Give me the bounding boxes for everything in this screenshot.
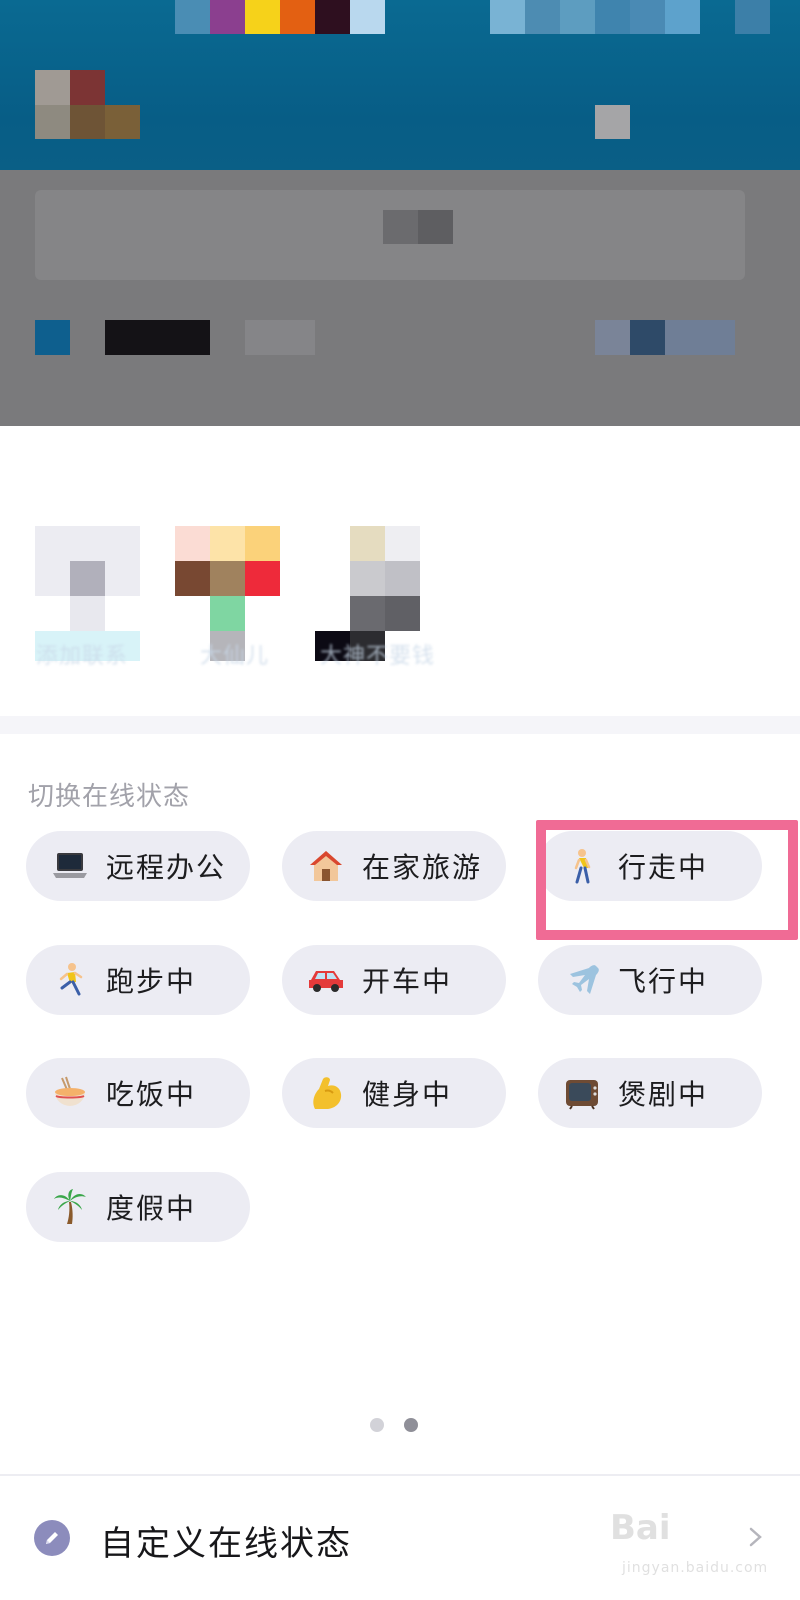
status-option-driving[interactable]: 开车中 (282, 945, 506, 1015)
baidu-watermark: Bai jingyan.baidu.com (610, 1500, 780, 1590)
status-option-running[interactable]: 跑步中 (26, 945, 250, 1015)
noodle-bowl-icon (50, 1073, 90, 1113)
palm-tree-icon (50, 1187, 90, 1227)
blurred-contact-label: 大仙儿 (200, 644, 270, 669)
status-option-label: 飞行中 (618, 965, 709, 998)
laptop-icon (50, 846, 90, 886)
status-option-fitness[interactable]: 健身中 (282, 1058, 506, 1128)
watermark-url: jingyan.baidu.com (622, 1560, 769, 1576)
house-icon (306, 846, 346, 886)
status-option-eating[interactable]: 吃饭中 (26, 1058, 250, 1128)
blurred-contact-card: 添加联系 大仙儿 大神不要钱 (0, 426, 800, 716)
status-option-remote-work[interactable]: 远程办公 (26, 831, 250, 901)
car-icon (306, 960, 346, 1000)
status-option-label: 跑步中 (106, 965, 197, 998)
running-person-icon (50, 960, 90, 1000)
page-dot-2-active[interactable] (404, 1418, 418, 1432)
television-icon (562, 1073, 602, 1113)
dimmed-background[interactable] (0, 0, 800, 430)
status-option-label: 在家旅游 (362, 851, 483, 884)
status-option-walking[interactable]: 行走中 (538, 831, 762, 901)
status-option-label: 健身中 (362, 1078, 453, 1111)
pencil-icon (34, 1520, 70, 1556)
walking-person-icon (562, 846, 602, 886)
status-bottom-sheet: 切换在线状态 远程办公 在家旅游 行走中 跑步中 开车中 飞行中 吃饭中 健身中… (0, 734, 800, 1600)
watermark-brand: Bai (610, 1508, 671, 1548)
sheet-title: 切换在线状态 (28, 782, 191, 812)
status-option-home-travel[interactable]: 在家旅游 (282, 831, 506, 901)
blurred-contact-label: 大神不要钱 (320, 644, 436, 669)
blurred-search-bar (35, 190, 745, 280)
airplane-icon (562, 960, 602, 1000)
status-option-binge-watching[interactable]: 煲剧中 (538, 1058, 762, 1128)
blurred-banner (0, 0, 800, 170)
status-option-label: 远程办公 (106, 851, 227, 884)
custom-status-label: 自定义在线状态 (100, 1524, 352, 1564)
status-option-label: 度假中 (106, 1192, 197, 1225)
status-option-flying[interactable]: 飞行中 (538, 945, 762, 1015)
screen: 添加联系 大仙儿 大神不要钱 切换在线状态 远程办公 在家旅游 行走中 跑步中 … (0, 0, 800, 1600)
page-dot-1[interactable] (370, 1418, 384, 1432)
status-option-label: 行走中 (618, 851, 709, 884)
status-option-label: 煲剧中 (618, 1078, 709, 1111)
status-option-vacation[interactable]: 度假中 (26, 1172, 250, 1242)
page-indicator (370, 1418, 418, 1432)
blurred-contact-label: 添加联系 (36, 644, 129, 669)
status-option-label: 吃饭中 (106, 1078, 197, 1111)
flexed-arm-icon (306, 1073, 346, 1113)
status-option-label: 开车中 (362, 965, 453, 998)
section-gap (0, 716, 800, 734)
